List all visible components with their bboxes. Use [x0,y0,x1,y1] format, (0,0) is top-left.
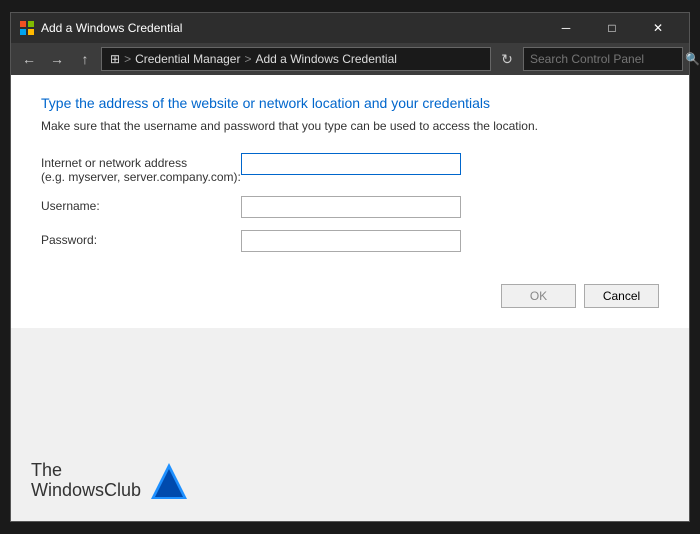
password-input[interactable] [241,230,461,252]
ok-button[interactable]: OK [501,284,576,308]
address-input[interactable] [241,153,461,175]
buttons-row: OK Cancel [41,284,659,308]
window-controls: ─ □ ✕ [543,13,681,43]
breadcrumb-item-2[interactable]: Add a Windows Credential [256,52,397,66]
minimize-button[interactable]: ─ [543,13,589,43]
bottom-area: The WindowsClub [11,328,689,521]
title-text: Add a Windows Credential [41,21,543,35]
page-heading: Type the address of the website or netwo… [41,95,659,111]
page-subheading: Make sure that the username and password… [41,119,659,133]
password-label: Password: [41,230,241,247]
watermark: The WindowsClub [31,461,189,501]
watermark-text: The WindowsClub [31,461,141,501]
maximize-button[interactable]: □ [589,13,635,43]
refresh-button[interactable]: ↻ [495,47,519,71]
content-area: Type the address of the website or netwo… [11,75,689,328]
username-input[interactable] [241,196,461,218]
address-row: Internet or network address (e.g. myserv… [41,153,659,184]
password-row: Password: [41,230,659,252]
cancel-button[interactable]: Cancel [584,284,659,308]
address-bar: ← → ↑ ⊞ > Credential Manager > Add a Win… [11,43,689,75]
title-bar: Add a Windows Credential ─ □ ✕ [11,13,689,43]
up-button[interactable]: ↑ [73,47,97,71]
address-label: Internet or network address (e.g. myserv… [41,153,241,184]
breadcrumb-root-icon: ⊞ [110,52,120,66]
window-icon [19,20,35,36]
search-icon: 🔍 [685,52,700,66]
username-label: Username: [41,196,241,213]
breadcrumb[interactable]: ⊞ > Credential Manager > Add a Windows C… [101,47,491,71]
search-input[interactable] [530,52,685,66]
close-button[interactable]: ✕ [635,13,681,43]
back-button[interactable]: ← [17,47,41,71]
breadcrumb-item-1[interactable]: Credential Manager [135,52,240,66]
watermark-logo [149,461,189,501]
credential-window: Add a Windows Credential ─ □ ✕ ← → ↑ ⊞ >… [10,12,690,522]
search-bar[interactable]: 🔍 [523,47,683,71]
username-row: Username: [41,196,659,218]
forward-button[interactable]: → [45,47,69,71]
